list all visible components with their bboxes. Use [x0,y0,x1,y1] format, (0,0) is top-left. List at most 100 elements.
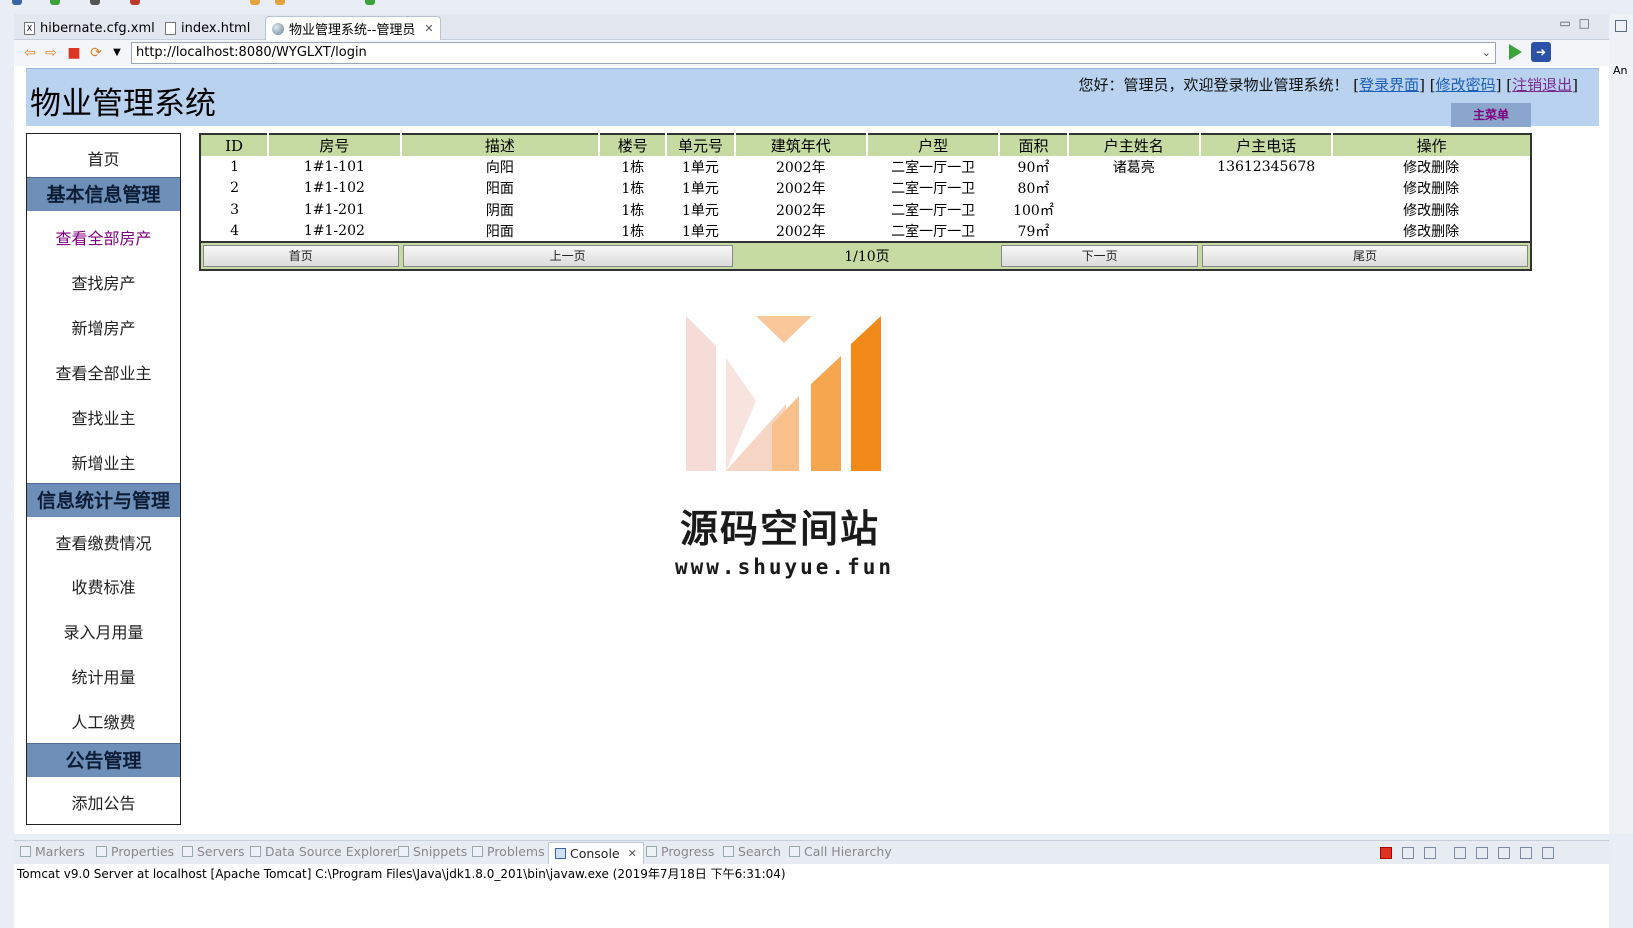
remove-launch-icon[interactable] [1402,847,1414,859]
tab-browser-admin[interactable]: 物业管理系统--管理员 ✕ [265,16,441,40]
sidebar-item-monthly-usage[interactable]: 录入月用量 [27,619,180,643]
table-cell: 1单元 [666,156,735,178]
table-cell: 1单元 [666,177,735,199]
toolbar-icon[interactable] [50,0,60,5]
console-icon [555,848,566,859]
browser-globe-icon [272,22,284,35]
tab-call-hierarchy[interactable]: Call Hierarchy [789,844,892,859]
tab-label: Servers [197,844,245,859]
toolbar-icon[interactable] [275,0,285,5]
tab-index-html[interactable]: index.html [159,16,256,40]
toolbar-icon[interactable] [250,0,260,5]
top-toolbar-strip [0,0,1633,12]
pin-console-icon[interactable] [1520,847,1532,859]
toolbar-icon[interactable] [90,0,100,5]
table-cell [1199,199,1333,221]
minimize-icon[interactable]: ▭ [1559,16,1578,30]
table-cell: 1#1-101 [268,156,401,178]
table-cell: 阴面 [400,199,600,221]
clear-console-icon[interactable] [1454,847,1466,859]
tab-hibernate-cfg[interactable]: X hibernate.cfg.xml [18,16,161,40]
word-wrap-icon[interactable] [1498,847,1510,859]
tab-label: hibernate.cfg.xml [40,20,155,36]
tab-console[interactable]: Console ✕ [548,842,644,864]
tab-progress[interactable]: Progress [646,844,714,859]
back-arrow-icon[interactable]: ⇦ [22,45,38,61]
chevron-down-icon[interactable]: ▼ [109,45,125,61]
sidebar-item-find-property[interactable]: 查找房产 [27,270,180,294]
toolbar-icon[interactable] [130,0,140,5]
sidebar-item-add-property[interactable]: 新增房产 [27,315,180,339]
scroll-lock-icon[interactable] [1476,847,1488,859]
sidebar-item-add-notice[interactable]: 添加公告 [27,790,180,814]
sidebar-item-home[interactable]: 首页 [27,146,180,170]
forward-arrow-icon[interactable]: ⇨ [43,45,59,61]
next-page-button[interactable]: 下一页 [1001,245,1198,267]
sidebar-group-notice: 公告管理 [27,743,180,777]
tab-label: Search [738,844,781,859]
sidebar-item-payment-status[interactable]: 查看缴费情况 [27,530,180,554]
watermark-title: 源码空间站 [680,507,881,551]
row-actions[interactable]: 修改删除 [1332,156,1531,178]
sidebar-item-all-properties[interactable]: 查看全部房产 [27,225,180,249]
go-play-icon[interactable] [1509,44,1522,60]
sidebar-item-manual-payment[interactable]: 人工缴费 [27,709,180,733]
row-actions[interactable]: 修改删除 [1332,220,1531,242]
last-page-button[interactable]: 尾页 [1201,245,1528,267]
tab-data-source-explorer[interactable]: Data Source Explorer [250,844,398,859]
browser-viewport: 物业管理系统 您好：管理员，欢迎登录物业管理系统！ [登录界面] [修改密码] … [14,66,1609,834]
sidebar-nav: 首页 基本信息管理 查看全部房产 查找房产 新增房产 查看全部业主 查找业主 新… [26,133,181,825]
tab-label: Call Hierarchy [804,844,892,859]
table-cell: 1 [200,156,269,178]
url-input[interactable]: http://localhost:8080/WYGLXT/login ⌄ [131,42,1496,64]
tab-search[interactable]: Search [723,844,781,859]
data-source-icon [250,846,261,857]
url-text: http://localhost:8080/WYGLXT/login [136,45,367,60]
dropdown-chevron-icon[interactable]: ⌄ [1482,43,1491,63]
logout-link[interactable]: 注销退出 [1512,76,1572,94]
close-icon[interactable]: ✕ [628,847,637,860]
terminate-icon[interactable] [1380,847,1392,859]
sidebar-item-usage-stats[interactable]: 统计用量 [27,664,180,688]
column-header: 操作 [1331,134,1531,156]
sidebar-item-add-owner[interactable]: 新增业主 [27,450,180,474]
column-header: 建筑年代 [733,134,867,156]
tab-properties[interactable]: Properties [96,844,174,859]
sidebar-item-fee-standard[interactable]: 收费标准 [27,574,180,598]
tab-servers[interactable]: Servers [182,844,245,859]
tab-snippets[interactable]: Snippets [398,844,467,859]
table-cell: 2002年 [734,177,867,199]
first-page-button[interactable]: 首页 [203,245,399,267]
change-password-link[interactable]: 修改密码 [1436,76,1496,94]
console-output [14,884,1609,928]
toolbar-icon[interactable] [12,0,22,5]
table-cell [1199,220,1333,242]
open-external-icon[interactable]: ➜ [1531,42,1551,62]
maximize-icon[interactable]: □ [1579,16,1598,30]
refresh-icon[interactable]: ⟳ [88,45,104,61]
row-actions[interactable]: 修改删除 [1332,199,1531,221]
table-cell: 1栋 [599,199,667,221]
column-header: 面积 [998,134,1068,156]
tab-markers[interactable]: Markers [20,844,85,859]
prev-page-button[interactable]: 上一页 [402,245,733,267]
stop-icon[interactable]: ■ [66,45,82,61]
table-cell: 1#1-201 [268,199,401,221]
table-cell: 1栋 [599,177,667,199]
open-console-icon[interactable] [1542,847,1554,859]
table-cell: 1#1-102 [268,177,401,199]
outline-icon[interactable] [1615,20,1627,32]
main-menu-button[interactable]: 主菜单 [1451,103,1531,127]
toolbar-icon[interactable] [365,0,375,5]
close-icon[interactable]: ✕ [424,22,433,35]
console-tab-bar: Markers Properties Servers Data Source E… [14,840,1609,864]
sidebar-item-find-owner[interactable]: 查找业主 [27,405,180,429]
login-page-link[interactable]: 登录界面 [1359,76,1419,94]
sidebar-item-all-owners[interactable]: 查看全部业主 [27,360,180,384]
tab-label: Progress [661,844,715,859]
column-header: 单元号 [665,134,735,156]
row-actions[interactable]: 修改删除 [1332,177,1531,199]
remove-all-icon[interactable] [1424,847,1436,859]
tab-problems[interactable]: Problems [472,844,545,859]
page-header: 物业管理系统 您好：管理员，欢迎登录物业管理系统！ [登录界面] [修改密码] … [26,68,1599,127]
